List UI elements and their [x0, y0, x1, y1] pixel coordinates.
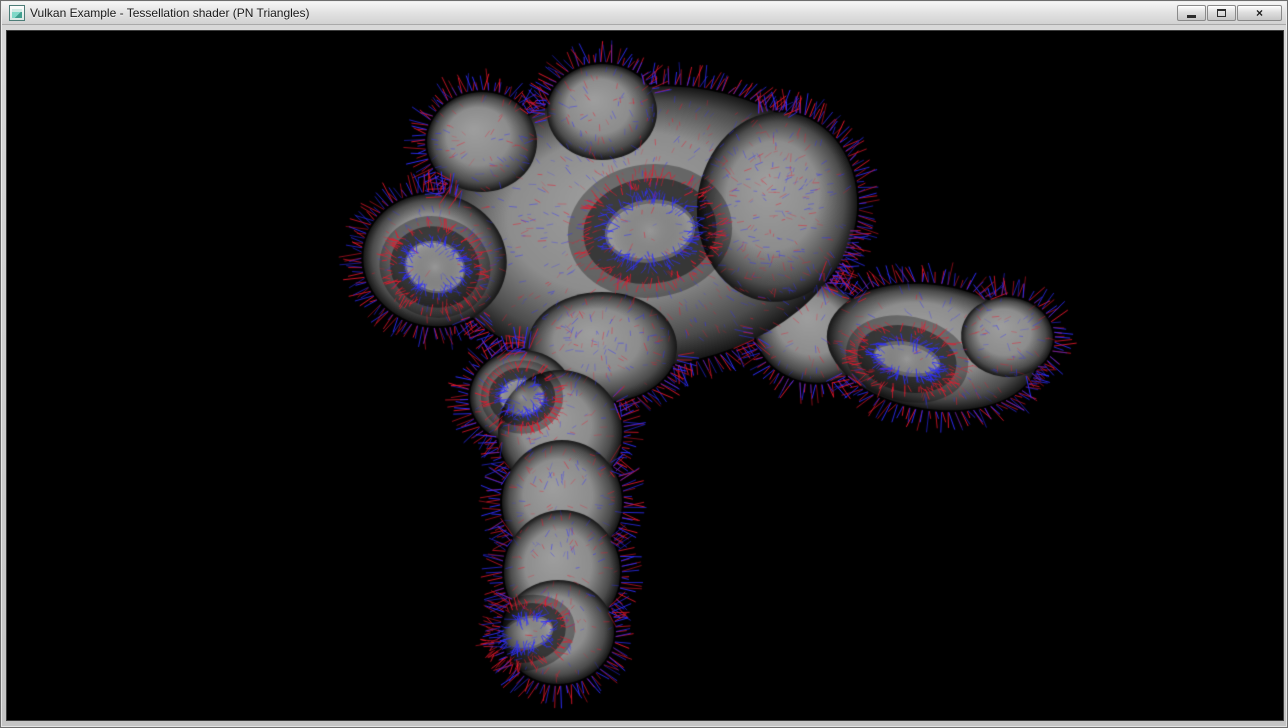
close-button[interactable]: × — [1237, 5, 1282, 21]
window-controls: × — [1177, 2, 1282, 21]
titlebar[interactable]: Vulkan Example - Tessellation shader (PN… — [2, 2, 1286, 25]
render-viewport[interactable] — [6, 30, 1284, 721]
app-icon — [9, 5, 25, 21]
close-icon: × — [1256, 7, 1263, 19]
minimize-button[interactable] — [1177, 5, 1206, 21]
maximize-button[interactable] — [1207, 5, 1236, 21]
maximize-icon — [1217, 9, 1226, 17]
window-title: Vulkan Example - Tessellation shader (PN… — [30, 6, 309, 20]
minimize-icon — [1187, 15, 1196, 18]
app-window: Vulkan Example - Tessellation shader (PN… — [0, 0, 1288, 728]
3d-render-canvas[interactable] — [7, 31, 1283, 720]
